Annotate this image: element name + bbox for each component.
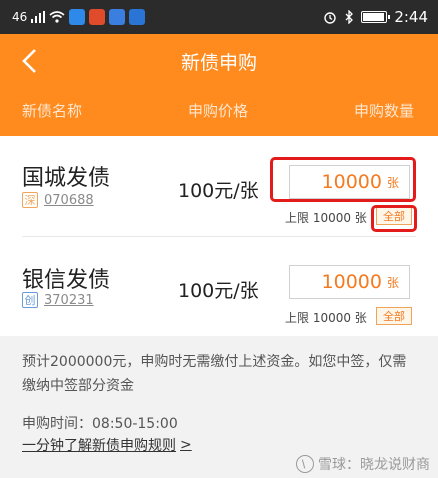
app-notification-icon — [129, 9, 146, 25]
column-header-name: 新债名称 — [22, 102, 83, 120]
quantity-value: 10000 — [321, 271, 382, 293]
bond-price: 100元/张 — [178, 180, 259, 202]
quantity-unit: 张 — [386, 275, 399, 290]
wifi-icon — [49, 11, 65, 23]
bond-price: 100元/张 — [178, 280, 259, 302]
rules-link-text: 一分钟了解新债申购规则 — [22, 438, 176, 454]
highlight-box — [371, 205, 417, 232]
signal-text: 46 — [12, 10, 28, 24]
bond-name: 银信发债 — [22, 268, 111, 293]
alarm-icon — [324, 12, 337, 24]
page-title: 新债申购 — [180, 52, 257, 74]
market-tag: 深 — [22, 192, 38, 208]
bond-name: 国城发债 — [22, 166, 111, 191]
snowball-logo-icon — [296, 455, 314, 473]
bond-code[interactable]: 070688 — [44, 193, 94, 208]
bond-code-group: 创 370231 — [22, 292, 94, 308]
status-right: 2:44 — [323, 8, 428, 26]
app-notification-icon — [89, 9, 106, 25]
subscription-time: 申购时间：08:50-15:00 — [22, 416, 178, 432]
watermark-text: 雪球：晓龙说财商 — [318, 457, 430, 473]
market-tag: 创 — [22, 292, 38, 308]
status-left: 46 — [12, 9, 146, 25]
clock: 2:44 — [394, 8, 428, 26]
all-button[interactable]: 全部 — [376, 307, 412, 325]
column-header-price: 申购价格 — [188, 102, 249, 120]
bond-code-group: 深 070688 — [22, 192, 94, 208]
subscription-notice: 预计2000000元，申购时无需缴付上述资金。如您中签，仅需缴纳中签部分资金 — [22, 354, 407, 394]
app-notification-icon — [109, 9, 126, 25]
quantity-limit: 上限 10000 张 — [285, 311, 367, 325]
app-notification-icon — [69, 9, 86, 25]
battery-icon — [361, 11, 391, 23]
quantity-input[interactable]: 10000 张 — [289, 265, 410, 299]
watermark: 雪球：晓龙说财商 — [296, 454, 430, 474]
chevron-right-icon: > — [180, 437, 192, 453]
status-bar: 46 2:44 — [0, 0, 438, 34]
rules-link[interactable]: 一分钟了解新债申购规则 > — [22, 435, 192, 455]
column-header-quantity: 申购数量 — [353, 102, 414, 120]
page-header: 新债申购 新债名称 申购价格 申购数量 — [0, 34, 438, 136]
bond-code[interactable]: 370231 — [44, 293, 94, 308]
quantity-limit: 上限 10000 张 — [285, 211, 367, 225]
bluetooth-icon — [345, 10, 354, 24]
signal-icon — [31, 11, 46, 23]
bond-row: 银信发债 100元/张 10000 张 上限 10000 张 全部 — [0, 236, 438, 336]
highlight-box — [270, 157, 416, 202]
